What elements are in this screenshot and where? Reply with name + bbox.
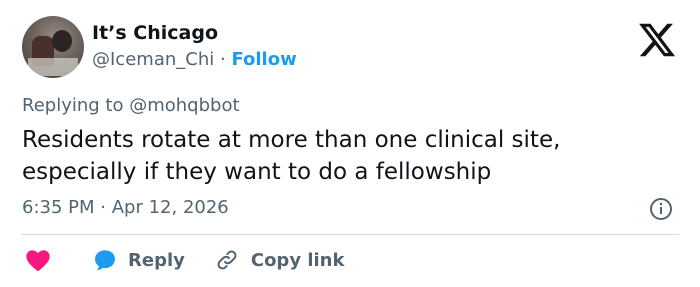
tweet-date: Apr 12, 2026	[111, 197, 229, 218]
reply-label: Reply	[128, 249, 185, 271]
follow-button[interactable]: Follow	[231, 49, 296, 70]
copy-link-label: Copy link	[250, 249, 345, 271]
author-name[interactable]: It’s Chicago	[92, 21, 218, 45]
x-logo-icon[interactable]	[637, 20, 677, 60]
avatar-figure	[52, 30, 72, 52]
tweet-timestamp[interactable]: 6:35 PM · Apr 12, 2026	[22, 196, 229, 220]
speech-bubble-icon	[95, 250, 115, 271]
heart-icon[interactable]	[24, 246, 52, 274]
avatar[interactable]	[22, 16, 84, 78]
tweet-text: Residents rotate at more than one clinic…	[22, 127, 561, 185]
replying-to: Replying to @mohqbbot	[22, 94, 240, 118]
author-handle[interactable]: @Iceman_Chi	[92, 49, 214, 70]
separator: ·	[219, 49, 226, 70]
reply-mention[interactable]: @mohqbbot	[129, 95, 239, 116]
avatar-background	[28, 58, 78, 76]
info-icon[interactable]	[649, 197, 673, 221]
reply-button[interactable]: Reply	[92, 247, 185, 273]
replying-prefix: Replying to	[22, 95, 124, 116]
action-bar: Reply Copy link	[22, 246, 344, 274]
divider	[22, 234, 679, 235]
separator: ·	[100, 197, 106, 218]
copy-link-button[interactable]: Copy link	[215, 248, 345, 272]
link-icon	[217, 250, 237, 270]
author-handle-row: @Iceman_Chi · Follow	[92, 48, 297, 72]
tweet-time: 6:35 PM	[22, 197, 95, 218]
